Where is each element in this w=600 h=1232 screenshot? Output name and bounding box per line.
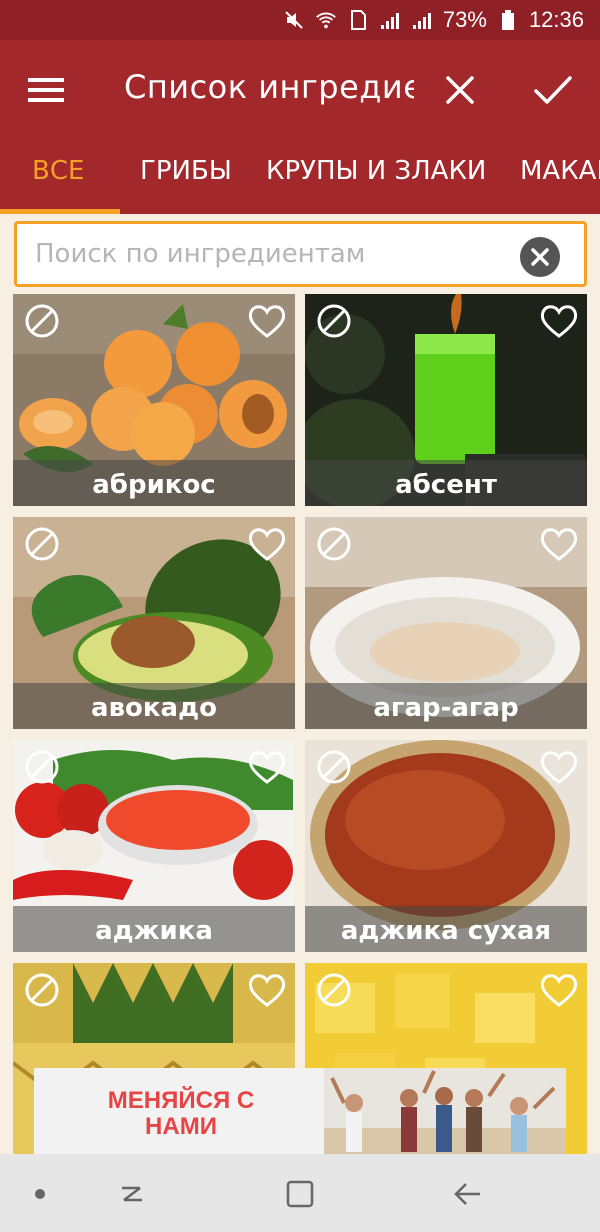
signal-1-icon bbox=[379, 9, 401, 31]
app-toolbar: Список ингредиен bbox=[0, 40, 600, 138]
ingredient-tile-dry-adjika[interactable]: аджика сухая bbox=[305, 740, 587, 952]
ingredient-label: авокадо bbox=[91, 693, 217, 723]
exclude-icon[interactable] bbox=[23, 971, 61, 1009]
back-icon[interactable] bbox=[450, 1176, 486, 1212]
tab-grains[interactable]: КРУПЫ И ЗЛАКИ bbox=[266, 156, 486, 186]
favorite-heart-icon[interactable] bbox=[539, 748, 579, 786]
ingredient-label: абсент bbox=[395, 470, 497, 500]
wifi-icon bbox=[315, 9, 337, 31]
favorite-heart-icon[interactable] bbox=[539, 971, 579, 1009]
exclude-icon[interactable] bbox=[315, 748, 353, 786]
ad-banner[interactable]: МЕНЯЙСЯ С НАМИ bbox=[34, 1068, 566, 1158]
favorite-heart-icon[interactable] bbox=[247, 302, 287, 340]
exclude-icon[interactable] bbox=[315, 302, 353, 340]
recent-apps-icon[interactable] bbox=[114, 1176, 150, 1212]
ingredient-label: аджика сухая bbox=[340, 916, 552, 946]
status-bar: 73% 12:36 bbox=[0, 0, 600, 40]
clock: 12:36 bbox=[528, 7, 584, 32]
exclude-icon[interactable] bbox=[315, 525, 353, 563]
exclude-icon[interactable] bbox=[315, 971, 353, 1009]
ad-image bbox=[324, 1068, 566, 1158]
confirm-check-icon[interactable] bbox=[532, 70, 574, 110]
page-title: Список ингредиен bbox=[124, 68, 414, 106]
battery-percent: 73% bbox=[442, 7, 487, 32]
sim-icon bbox=[347, 9, 369, 31]
ingredient-tile-agar-agar[interactable]: агар-агар bbox=[305, 517, 587, 729]
ad-text: МЕНЯЙСЯ С НАМИ bbox=[107, 1087, 255, 1140]
exclude-icon[interactable] bbox=[23, 748, 61, 786]
category-tabs: ВСЕ ГРИБЫ КРУПЫ И ЗЛАКИ МАКАРОНЫ bbox=[0, 138, 600, 214]
ingredient-label: абрикос bbox=[92, 470, 216, 500]
exclude-icon[interactable] bbox=[23, 525, 61, 563]
favorite-heart-icon[interactable] bbox=[539, 525, 579, 563]
tab-pasta[interactable]: МАКАРОНЫ bbox=[520, 156, 600, 186]
dot-icon[interactable] bbox=[22, 1176, 58, 1212]
ingredient-label: агар-агар bbox=[373, 693, 519, 723]
ingredient-tile-apricot[interactable]: абрикос bbox=[13, 294, 295, 506]
mute-icon bbox=[283, 9, 305, 31]
ingredient-tile-absinthe[interactable]: абсент bbox=[305, 294, 587, 506]
menu-icon[interactable] bbox=[26, 70, 66, 110]
favorite-heart-icon[interactable] bbox=[247, 525, 287, 563]
ingredient-label: аджика bbox=[95, 916, 213, 946]
active-tab-indicator bbox=[0, 209, 120, 214]
favorite-heart-icon[interactable] bbox=[247, 748, 287, 786]
search-input[interactable] bbox=[35, 234, 505, 274]
battery-icon bbox=[497, 9, 519, 31]
clear-search-button[interactable] bbox=[520, 237, 560, 277]
ingredient-tile-avocado[interactable]: авокадо bbox=[13, 517, 295, 729]
tab-mushrooms[interactable]: ГРИБЫ bbox=[140, 156, 232, 186]
system-nav-bar bbox=[0, 1154, 600, 1232]
search-box bbox=[14, 221, 587, 287]
tab-all[interactable]: ВСЕ bbox=[32, 156, 84, 186]
favorite-heart-icon[interactable] bbox=[539, 302, 579, 340]
home-icon[interactable] bbox=[282, 1176, 318, 1212]
ingredient-tile-adjika[interactable]: аджика bbox=[13, 740, 295, 952]
close-icon[interactable] bbox=[440, 70, 480, 110]
exclude-icon[interactable] bbox=[23, 302, 61, 340]
favorite-heart-icon[interactable] bbox=[247, 971, 287, 1009]
signal-2-icon bbox=[411, 9, 433, 31]
